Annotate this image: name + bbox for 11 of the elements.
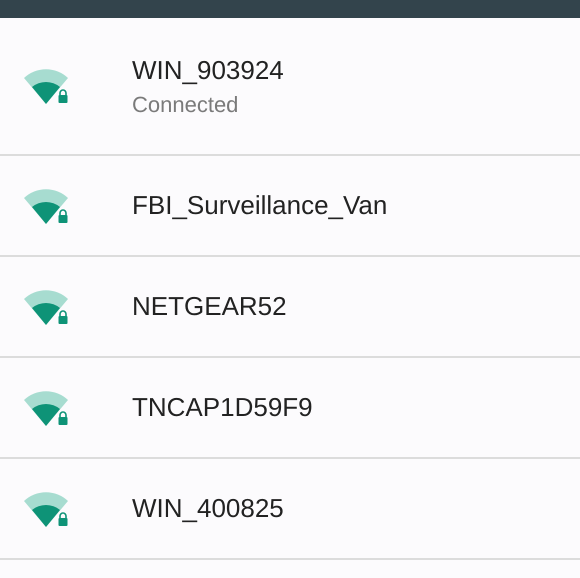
network-item[interactable]: NETGEAR52 [0,257,580,358]
network-name: TNCAP1D59F9 [132,392,313,423]
network-item[interactable]: WIN_400825 [0,459,580,560]
connection-status: Connected [132,92,240,118]
network-name: FBI_Surveillance_Van [132,190,388,221]
network-name: WIN_400825 [132,493,284,524]
network-name: WIN_903924 [132,54,284,86]
network-name: NETGEAR52 [132,291,287,322]
network-item[interactable]: TNCAP1D59F9 [0,358,580,459]
network-item[interactable]: FBI_Surveillance_Van [0,156,580,257]
network-item[interactable]: WIN_903924 Connected [0,18,580,156]
